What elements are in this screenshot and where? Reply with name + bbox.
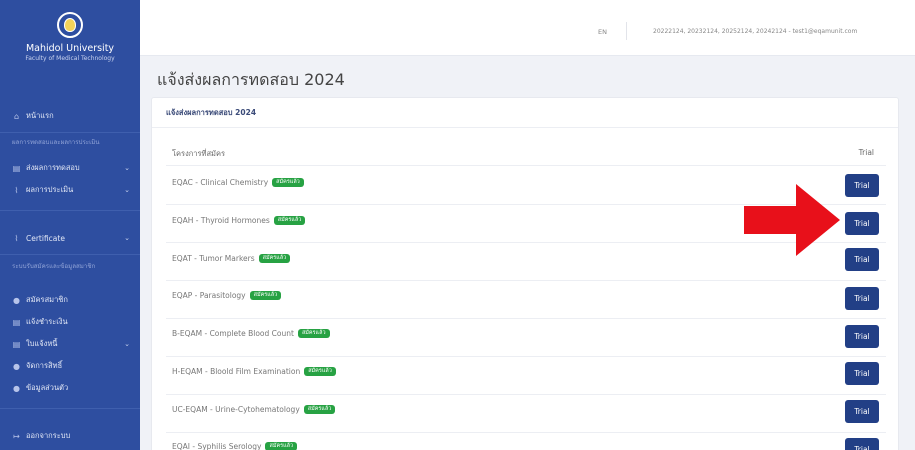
trial-button[interactable]: Trial (845, 362, 879, 385)
university-logo-icon (57, 12, 83, 38)
sidebar-item-logout[interactable]: ↦ ออกจากระบบ (0, 426, 140, 446)
registered-badge: สมัครแล้ว (265, 442, 298, 450)
program-name: H-EQAM - Bloold Film Examination สมัครแล้… (172, 367, 336, 376)
card-title: แจ้งส่งผลการทดสอบ 2024 (152, 98, 898, 128)
program-name: B-EQAM - Complete Blood Count สมัครแล้ว (172, 329, 330, 338)
topbar-divider (626, 22, 627, 40)
registered-badge: สมัครแล้ว (303, 405, 336, 414)
sidebar-divider (0, 254, 140, 255)
sidebar-section-results: ผลการทดสอบและผลการประเมิน (12, 139, 100, 146)
sidebar-item-receipt[interactable]: ▤ ใบแจ้งหนี้ ⌄ (0, 334, 140, 354)
sidebar-item-submit-results[interactable]: ▤ ส่งผลการทดสอบ ⌄ (0, 158, 140, 178)
brand-subtitle: Faculty of Medical Technology (25, 55, 115, 62)
trial-button[interactable]: Trial (845, 212, 879, 235)
sidebar-item-label: ส่งผลการทดสอบ (26, 163, 80, 172)
trial-button[interactable]: Trial (845, 400, 879, 423)
program-name: EQAC - Clinical Chemistry สมัครแล้ว (172, 178, 304, 187)
trial-button[interactable]: Trial (845, 174, 879, 197)
chart-icon: ⌇ (14, 233, 19, 243)
sidebar-item-label: หน้าแรก (26, 111, 54, 120)
users-icon: ● (13, 361, 20, 371)
chevron-down-icon: ⌄ (124, 186, 130, 194)
brand-name: Mahidol University (25, 43, 115, 54)
chevron-down-icon: ⌄ (124, 340, 130, 348)
user-icon: ● (13, 383, 20, 393)
trial-button[interactable]: Trial (845, 325, 879, 348)
sidebar-item-label: Certificate (26, 233, 65, 243)
registered-badge: สมัครแล้ว (249, 291, 282, 300)
sidebar-item-home[interactable]: ⌂ หน้าแรก (0, 106, 140, 126)
table-divider (166, 280, 886, 281)
chevron-down-icon: ⌄ (124, 164, 130, 172)
results-card: แจ้งส่งผลการทดสอบ 2024 โครงการที่สมัคร T… (151, 97, 899, 450)
top-bar: EN 20222124, 20232124, 20252124, 2024212… (140, 0, 915, 56)
sidebar-item-payment[interactable]: ▤ แจ้งชำระเงิน (0, 312, 140, 332)
trial-button[interactable]: Trial (845, 438, 879, 450)
table-divider (166, 356, 886, 357)
sidebar-item-label: จัดการสิทธิ์ (26, 361, 63, 370)
sidebar-item-register[interactable]: ● สมัครสมาชิก (0, 290, 140, 310)
sidebar-item-label: สมัครสมาชิก (26, 295, 68, 304)
sidebar-item-certificate[interactable]: ⌇ Certificate ⌄ (0, 228, 140, 248)
table-divider (166, 432, 886, 433)
red-arrow-icon (744, 184, 840, 256)
sidebar-item-evaluation[interactable]: ⌇ ผลการประเมิน ⌄ (0, 180, 140, 200)
program-name: UC-EQAM - Urine-Cytohematology สมัครแล้ว (172, 405, 336, 414)
sidebar-divider (0, 132, 140, 133)
registered-badge: สมัครแล้ว (304, 367, 336, 376)
registered-badge: สมัครแล้ว (272, 178, 304, 187)
language-switch[interactable]: EN (598, 28, 607, 36)
sidebar-item-label: ออกจากระบบ (26, 431, 71, 440)
user-add-icon: ● (13, 295, 20, 305)
document-icon: ▤ (12, 317, 21, 327)
document-icon: ▤ (12, 339, 21, 349)
brand: Mahidol University Faculty of Medical Te… (0, 0, 140, 92)
registered-badge: สมัครแล้ว (297, 329, 330, 338)
sidebar-section-members: ระบบรับสมัครและข้อมูลสมาชิก (12, 263, 96, 270)
program-name: EQAH - Thyroid Hormones สมัครแล้ว (172, 216, 306, 225)
sidebar-divider (0, 408, 140, 409)
document-icon: ▤ (12, 163, 21, 173)
column-header-trial: Trial (858, 148, 874, 157)
registered-badge: สมัครแล้ว (258, 254, 291, 263)
sidebar-item-profile[interactable]: ● ข้อมูลส่วนตัว (0, 378, 140, 398)
sidebar-divider (0, 210, 140, 211)
sidebar-item-label: ใบแจ้งหนี้ (26, 339, 58, 348)
logout-icon: ↦ (13, 431, 20, 441)
trial-button[interactable]: Trial (845, 287, 879, 310)
registered-badge: สมัครแล้ว (273, 216, 306, 225)
sidebar-item-label: ผลการประเมิน (26, 185, 74, 194)
program-name: EQAP - Parasitology สมัครแล้ว (172, 291, 282, 300)
user-account[interactable]: 20222124, 20232124, 20252124, 20242124 -… (653, 28, 857, 35)
column-header-program: โครงการที่สมัคร (172, 149, 226, 158)
table-divider (166, 165, 886, 166)
page-title: แจ้งส่งผลการทดสอบ 2024 (157, 70, 345, 89)
sidebar: Mahidol University Faculty of Medical Te… (0, 0, 140, 450)
trial-button[interactable]: Trial (845, 248, 879, 271)
sidebar-item-label: แจ้งชำระเงิน (26, 317, 68, 326)
sidebar-item-rights[interactable]: ● จัดการสิทธิ์ (0, 356, 140, 376)
sidebar-item-label: ข้อมูลส่วนตัว (26, 383, 69, 392)
table-divider (166, 318, 886, 319)
chart-icon: ⌇ (14, 185, 19, 195)
chevron-down-icon: ⌄ (124, 234, 130, 242)
program-name: EQAT - Tumor Markers สมัครแล้ว (172, 254, 291, 263)
program-name: EQAI - Syphilis Serology สมัครแล้ว (172, 442, 298, 450)
table-divider (166, 394, 886, 395)
home-icon: ⌂ (13, 111, 20, 121)
